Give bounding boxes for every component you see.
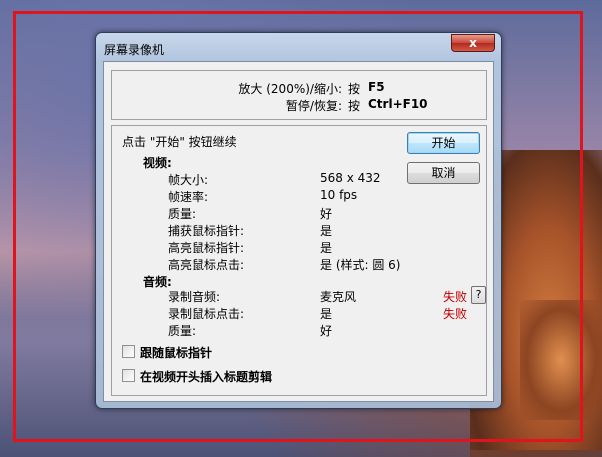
video-row-label: 高亮鼠标指针: — [168, 241, 245, 255]
audio-row-label: 录制鼠标点击: — [168, 307, 245, 321]
audio-row-label: 质量: — [168, 324, 197, 338]
audio-status-failed: 失败 — [443, 290, 468, 304]
close-icon: x — [469, 36, 477, 50]
video-row-label: 质量: — [168, 207, 197, 221]
video-row-value: 是 (样式: 圆 6) — [320, 258, 401, 272]
cancel-button-label: 取消 — [431, 166, 456, 180]
video-row-label: 高亮鼠标点击: — [168, 258, 245, 272]
close-button[interactable]: x — [451, 34, 495, 52]
video-heading: 视频: — [143, 156, 172, 170]
title-bar[interactable]: 屏幕录像机 x — [96, 33, 501, 61]
start-button-label: 开始 — [431, 136, 456, 150]
video-row-value: 好 — [320, 207, 333, 221]
zoom-press-text: 按 — [348, 82, 361, 96]
follow-pointer-checkbox[interactable] — [122, 345, 135, 358]
screen-recorder-dialog: 屏幕录像机 x 放大 (200%)/缩小: 按 F5 暂停/恢复: 按 Ctrl… — [95, 32, 502, 409]
instruction-text: 点击 "开始" 按钮继续 — [122, 135, 237, 149]
zoom-hotkey-label: 放大 (200%)/缩小: — [238, 82, 342, 96]
pause-hotkey-label: 暂停/恢复: — [285, 99, 342, 113]
video-row-value: 是 — [320, 224, 333, 238]
hotkeys-panel: 放大 (200%)/缩小: 按 F5 暂停/恢复: 按 Ctrl+F10 — [111, 70, 487, 120]
help-button[interactable]: ? — [471, 286, 486, 304]
insert-title-clip-label[interactable]: 在视频开头插入标题剪辑 — [140, 368, 272, 385]
video-row-label: 帧速率: — [168, 190, 209, 204]
video-row-value: 10 fps — [320, 188, 358, 202]
pause-hotkey-row: 暂停/恢复: 按 Ctrl+F10 — [112, 97, 486, 113]
start-button[interactable]: 开始 — [407, 132, 480, 154]
video-row-label: 帧大小: — [168, 173, 209, 187]
insert-title-clip-checkbox[interactable] — [122, 369, 135, 382]
audio-row-value: 是 — [320, 307, 333, 321]
mouse-click-status-failed: 失败 — [443, 307, 468, 321]
dialog-client-area: 放大 (200%)/缩小: 按 F5 暂停/恢复: 按 Ctrl+F10 点击 … — [103, 61, 494, 402]
follow-pointer-label[interactable]: 跟随鼠标指针 — [140, 344, 212, 361]
audio-row-value: 好 — [320, 324, 333, 338]
pause-hotkey-key: Ctrl+F10 — [368, 97, 428, 111]
video-row-label: 捕获鼠标指针: — [168, 224, 245, 238]
audio-row-value: 麦克风 — [320, 290, 357, 304]
recording-settings-panel: 点击 "开始" 按钮继续 开始 取消 视频: 帧大小: 568 x 432 帧速… — [111, 125, 487, 396]
audio-row-label: 录制音频: — [168, 290, 221, 304]
cancel-button[interactable]: 取消 — [407, 162, 480, 184]
zoom-hotkey-key: F5 — [368, 80, 385, 94]
window-title: 屏幕录像机 — [104, 43, 165, 57]
video-row-value: 是 — [320, 241, 333, 255]
pause-press-text: 按 — [348, 99, 361, 113]
zoom-hotkey-row: 放大 (200%)/缩小: 按 F5 — [112, 80, 486, 96]
video-row-value: 568 x 432 — [320, 171, 381, 185]
help-icon: ? — [475, 288, 482, 301]
